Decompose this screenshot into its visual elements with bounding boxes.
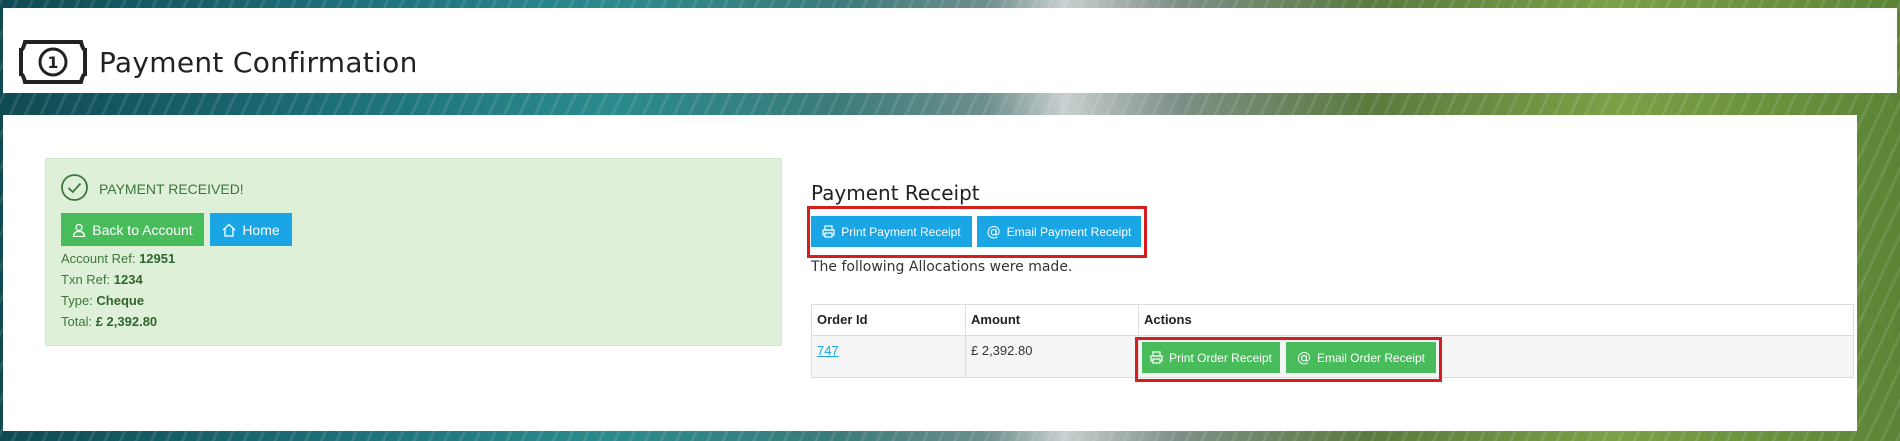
column-header-amount: Amount bbox=[965, 304, 1139, 336]
back-to-account-button[interactable]: Back to Account bbox=[61, 213, 204, 246]
at-sign-icon: @ bbox=[1296, 349, 1311, 366]
print-payment-receipt-button[interactable]: Print Payment Receipt bbox=[811, 216, 972, 247]
txn-ref: Txn Ref: 1234 bbox=[61, 272, 143, 287]
back-to-account-label: Back to Account bbox=[92, 221, 193, 238]
payment-total: Total: £ 2,392.80 bbox=[61, 314, 158, 329]
payment-status-message: PAYMENT RECEIVED! bbox=[99, 181, 244, 197]
home-icon bbox=[222, 223, 236, 237]
at-sign-icon: @ bbox=[986, 223, 1001, 240]
table-header-row: Order Id Amount Actions bbox=[811, 304, 1854, 336]
order-id-cell: 747 bbox=[811, 335, 966, 378]
email-payment-receipt-label: Email Payment Receipt bbox=[1006, 224, 1132, 239]
home-label: Home bbox=[242, 221, 280, 238]
print-payment-receipt-label: Print Payment Receipt bbox=[841, 224, 961, 239]
column-header-actions: Actions bbox=[1138, 304, 1854, 336]
email-payment-receipt-button[interactable]: @ Email Payment Receipt bbox=[977, 216, 1141, 247]
home-button[interactable]: Home bbox=[210, 213, 292, 246]
print-order-receipt-label: Print Order Receipt bbox=[1169, 350, 1272, 365]
payment-receipt-title: Payment Receipt bbox=[811, 181, 980, 205]
payment-total-value: £ 2,392.80 bbox=[95, 314, 158, 329]
column-header-order-id: Order Id bbox=[811, 304, 966, 336]
email-order-receipt-label: Email Order Receipt bbox=[1316, 350, 1426, 365]
printer-icon bbox=[1150, 351, 1163, 364]
check-circle-icon bbox=[61, 174, 88, 201]
page-title: Payment Confirmation bbox=[99, 46, 418, 79]
order-id-link[interactable]: 747 bbox=[817, 343, 839, 358]
payment-type-value: Cheque bbox=[96, 293, 145, 308]
user-icon bbox=[73, 223, 86, 237]
print-order-receipt-button[interactable]: Print Order Receipt bbox=[1142, 342, 1280, 373]
printer-icon bbox=[822, 225, 835, 238]
allocations-text: The following Allocations were made. bbox=[811, 259, 1073, 275]
account-ref-value: 12951 bbox=[139, 251, 176, 266]
payment-type: Type: Cheque bbox=[61, 293, 145, 308]
svg-text:1: 1 bbox=[47, 53, 58, 72]
account-ref: Account Ref: 12951 bbox=[61, 251, 176, 266]
amount-cell: £ 2,392.80 bbox=[965, 335, 1139, 378]
email-order-receipt-button[interactable]: @ Email Order Receipt bbox=[1286, 342, 1436, 373]
txn-ref-value: 1234 bbox=[113, 272, 143, 287]
money-bill-icon: 1 bbox=[19, 40, 87, 84]
